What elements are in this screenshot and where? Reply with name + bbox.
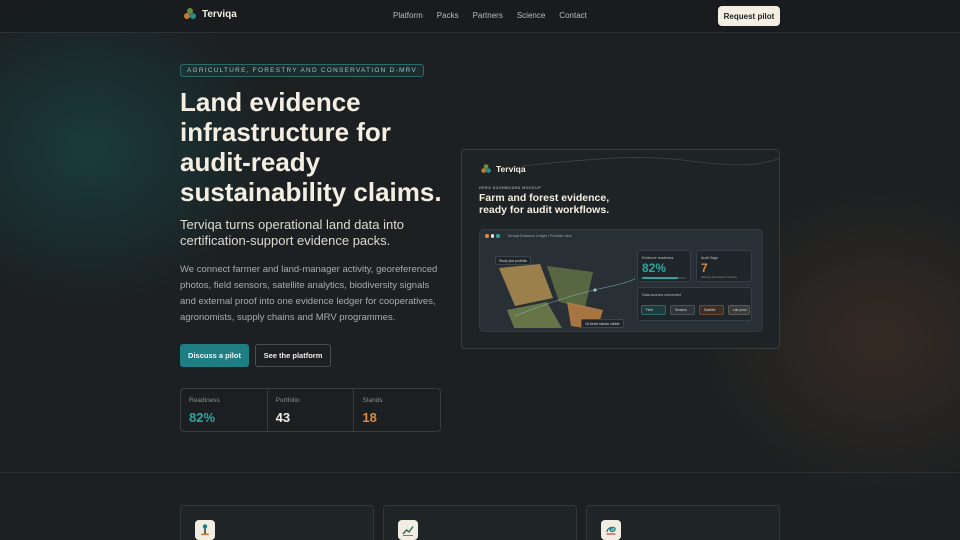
readiness-progress-track <box>642 277 686 279</box>
window-dot-icon <box>485 234 489 238</box>
brand-logo-icon <box>184 8 197 20</box>
brand[interactable]: Terviqa <box>184 8 237 20</box>
see-platform-button[interactable]: See the platform <box>255 344 331 367</box>
stat-value: 43 <box>275 410 291 425</box>
window-controls: Terviqa Evidence Ledger / Portfolio view <box>485 234 571 238</box>
tile-value: 82% <box>642 261 667 275</box>
window-dot-icon <box>496 234 500 238</box>
request-pilot-button[interactable]: Request pilot <box>718 6 780 26</box>
chip-field: Field <box>641 305 666 315</box>
nav-links: Platform Packs Partners Science Contact <box>393 11 587 20</box>
sensor-probe-icon <box>195 520 215 540</box>
chip-sensors: Sensors <box>670 305 695 315</box>
tile-value: 7 <box>701 261 708 275</box>
nav-link-packs[interactable]: Packs <box>437 11 459 20</box>
map-tag-portfolio: Study plot portfolio <box>495 256 532 265</box>
tile-note: following processed 4 mid-daily <box>701 276 738 279</box>
window-dot-icon <box>490 234 494 238</box>
stat-label: Readiness <box>189 397 220 404</box>
chip-satellite: Satellite <box>699 305 724 315</box>
hero-subtitle: Terviqa turns operational land data into… <box>180 217 405 248</box>
hero-body: We connect farmer and land-manager activ… <box>180 264 438 323</box>
stat-value: 82% <box>189 410 216 425</box>
map-tag-stands: 18 forest stands visible <box>581 319 624 328</box>
stat-portfolio: Portfolio 43 <box>268 389 355 431</box>
tile-label: Audit flags <box>701 256 718 260</box>
feature-card-2 <box>383 505 577 540</box>
dashboard-mockup: Terviqa HERO DASHBOARD MOCKUP Farm and f… <box>461 149 780 349</box>
section-divider <box>0 472 960 473</box>
nav-link-contact[interactable]: Contact <box>559 11 587 20</box>
spiral-leaf-icon <box>601 520 621 540</box>
brand-logo-icon <box>481 164 491 174</box>
stat-value: 18 <box>362 410 377 425</box>
stat-stands: Stands 18 <box>354 389 440 431</box>
mockup-brand-name: Terviqa <box>496 164 526 174</box>
tile-audit-flags: Audit flags 7 following processed 4 mid-… <box>696 250 752 282</box>
nav-link-science[interactable]: Science <box>517 11 545 20</box>
feature-card-3 <box>586 505 780 540</box>
stat-label: Portfolio <box>275 397 300 404</box>
mockup-kicker: HERO DASHBOARD MOCKUP <box>479 186 542 190</box>
chip-lab-proof: Lab proof <box>728 305 750 315</box>
parcel-shape <box>499 264 553 306</box>
top-nav: Terviqa Platform Packs Partners Science … <box>0 0 960 33</box>
tile-label: Evidence readiness <box>642 256 674 260</box>
tile-evidence-readiness: Evidence readiness 82% <box>637 250 691 282</box>
mockup-headline: Farm and forest evidence, ready for audi… <box>479 192 610 216</box>
mockup-brand: Terviqa <box>480 163 526 175</box>
field-map: Study plot portfolio 18 forest stands vi… <box>485 246 637 330</box>
window-title: Terviqa Evidence Ledger / Portfolio view <box>507 234 572 238</box>
hero-badge: AGRICULTURE, FORESTRY AND CONSERVATION D… <box>180 64 425 77</box>
mockup-ledger-panel: Terviqa Evidence Ledger / Portfolio view… <box>479 229 763 332</box>
tile-label: Data sources connected <box>642 293 681 297</box>
tile-data-sources: Data sources connected Field Sensors Sat… <box>637 287 752 321</box>
nav-link-partners[interactable]: Partners <box>473 11 503 20</box>
brand-name: Terviqa <box>202 8 237 20</box>
stat-readiness: Readiness 82% <box>181 389 268 431</box>
discuss-pilot-button[interactable]: Discuss a pilot <box>180 344 249 367</box>
readiness-progress-fill <box>642 277 679 279</box>
trend-chart-icon <box>398 520 418 540</box>
hero-title: Land evidence infrastructure for audit-r… <box>180 87 442 207</box>
stats-strip: Readiness 82% Portfolio 43 Stands 18 <box>180 388 441 432</box>
feature-card-1 <box>180 505 374 540</box>
stat-label: Stands <box>362 397 383 404</box>
nav-link-platform[interactable]: Platform <box>393 11 423 20</box>
